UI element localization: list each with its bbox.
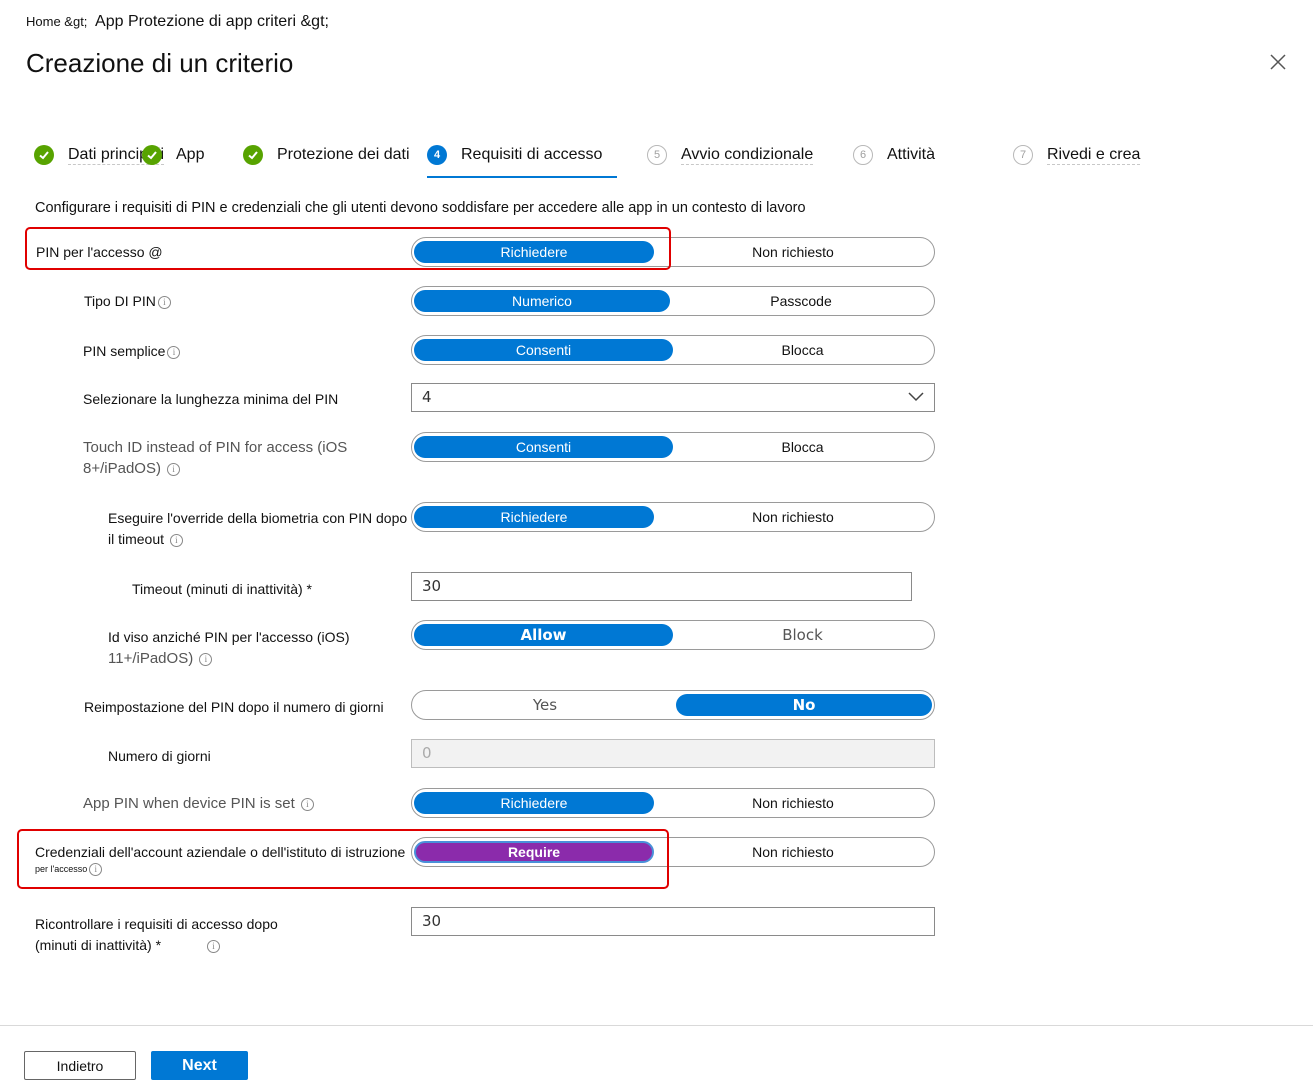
check-icon: [34, 145, 54, 165]
option-richiedere[interactable]: Richiedere: [414, 241, 654, 263]
option-richiedere[interactable]: Richiedere: [414, 506, 654, 528]
option-non-richiesto[interactable]: Non richiesto: [654, 841, 932, 863]
step-number-icon: 4: [427, 145, 447, 165]
step-number-icon: 5: [647, 145, 667, 165]
face-id-label: Id viso anziché PIN per l'accesso (iOS) …: [108, 627, 350, 669]
min-length-select[interactable]: 4: [411, 383, 935, 412]
step-label: App: [176, 146, 205, 163]
recheck-input[interactable]: 30: [411, 907, 935, 936]
option-non-richiesto[interactable]: Non richiesto: [654, 792, 932, 814]
work-credentials-toggle[interactable]: Require Non richiesto: [411, 837, 935, 867]
info-icon[interactable]: i: [167, 345, 181, 359]
step-label: Rivedi e crea: [1047, 145, 1141, 165]
simple-pin-label-text: PIN semplice: [83, 343, 166, 359]
page-title: Creazione di un criterio: [26, 48, 294, 78]
step-number-icon: 7: [1013, 145, 1033, 165]
pin-type-label: Tipo DI PIN i: [84, 291, 171, 312]
intro-text: Configurare i requisiti di PIN e credenz…: [35, 200, 806, 216]
info-icon[interactable]: i: [169, 533, 183, 547]
option-yes[interactable]: Yes: [414, 694, 676, 716]
touch-id-label-line2: 8+/iPadOS): [83, 460, 161, 477]
breadcrumb-app-protection[interactable]: App Protezione di app criteri &gt;: [95, 13, 329, 30]
pin-access-label: PIN per l'accesso @: [36, 244, 163, 260]
app-pin-device-label-text: App PIN when device PIN is set: [83, 795, 295, 812]
step-requisiti-accesso[interactable]: 4 Requisiti di accesso: [427, 143, 602, 167]
biometric-override-label-line2: il timeout: [108, 531, 165, 547]
close-button[interactable]: [1266, 50, 1290, 74]
info-icon[interactable]: i: [207, 939, 221, 953]
days-label: Numero di giorni: [108, 748, 211, 764]
option-richiedere[interactable]: Richiedere: [414, 792, 654, 814]
breadcrumb-home[interactable]: Home &gt;: [26, 14, 87, 29]
pin-reset-label: Reimpostazione del PIN dopo il numero di…: [84, 699, 384, 715]
option-no[interactable]: No: [676, 694, 932, 716]
close-icon: [1270, 54, 1286, 70]
timeout-label: Timeout (minuti di inattività) *: [132, 581, 312, 597]
recheck-label-line1: Ricontrollare i requisiti di accesso dop…: [35, 916, 278, 932]
min-length-value: 4: [422, 388, 432, 406]
app-pin-device-toggle[interactable]: Richiedere Non richiesto: [411, 788, 935, 818]
back-button[interactable]: Indietro: [24, 1051, 136, 1080]
face-id-label-line1: Id viso anziché PIN per l'accesso (iOS): [108, 629, 350, 645]
breadcrumb: Home &gt; App Protezione di app criteri …: [26, 13, 329, 31]
pin-type-label-text: Tipo DI PIN: [84, 293, 156, 309]
option-blocca[interactable]: Blocca: [673, 436, 932, 458]
chevron-down-icon: [908, 392, 924, 402]
days-input[interactable]: 0: [411, 739, 935, 768]
simple-pin-toggle[interactable]: Consenti Blocca: [411, 335, 935, 365]
step-protezione-dati[interactable]: Protezione dei dati: [243, 143, 410, 167]
pin-reset-toggle[interactable]: Yes No: [411, 690, 935, 720]
info-icon[interactable]: i: [157, 295, 171, 309]
recheck-label: Ricontrollare i requisiti di accesso dop…: [35, 914, 278, 956]
biometric-override-toggle[interactable]: Richiedere Non richiesto: [411, 502, 935, 532]
info-icon[interactable]: i: [89, 863, 103, 877]
option-require[interactable]: Require: [414, 841, 654, 863]
footer-divider: [0, 1025, 1313, 1026]
step-app[interactable]: App: [142, 143, 204, 167]
work-credentials-label-line2: per l'accesso: [35, 864, 88, 874]
option-passcode[interactable]: Passcode: [670, 290, 932, 312]
face-id-toggle[interactable]: Allow Block: [411, 620, 935, 650]
step-label: Protezione dei dati: [277, 146, 410, 163]
app-pin-device-label: App PIN when device PIN is set i: [83, 793, 314, 814]
option-block[interactable]: Block: [673, 624, 932, 646]
option-non-richiesto[interactable]: Non richiesto: [654, 506, 932, 528]
pin-access-toggle[interactable]: Richiedere Non richiesto: [411, 237, 935, 267]
check-icon: [142, 145, 162, 165]
face-id-label-line2: 11+/iPadOS): [108, 650, 194, 667]
step-label: Attività: [887, 146, 936, 163]
touch-id-label: Touch ID instead of PIN for access (iOS …: [83, 437, 347, 479]
active-step-indicator: [427, 176, 617, 178]
info-icon[interactable]: i: [300, 797, 314, 811]
touch-id-label-line1: Touch ID instead of PIN for access (iOS: [83, 439, 348, 456]
step-label: Avvio condizionale: [681, 145, 814, 165]
touch-id-toggle[interactable]: Consenti Blocca: [411, 432, 935, 462]
recheck-label-line2: (minuti di inattività) *: [35, 937, 162, 953]
option-consenti[interactable]: Consenti: [414, 436, 673, 458]
info-icon[interactable]: i: [199, 652, 213, 666]
biometric-override-label-line1: Eseguire l'override della biometria con …: [108, 510, 408, 526]
option-allow[interactable]: Allow: [414, 624, 673, 646]
work-credentials-label: Credenziali dell'account aziendale o del…: [35, 842, 406, 877]
option-numerico[interactable]: Numerico: [414, 290, 670, 312]
check-icon: [243, 145, 263, 165]
work-credentials-label-line1: Credenziali dell'account aziendale o del…: [35, 844, 406, 860]
step-rivedi-crea[interactable]: 7 Rivedi e crea: [1013, 143, 1141, 167]
step-number-icon: 6: [853, 145, 873, 165]
next-button[interactable]: Next: [151, 1051, 248, 1080]
info-icon[interactable]: i: [167, 462, 181, 476]
option-non-richiesto[interactable]: Non richiesto: [654, 241, 932, 263]
simple-pin-label: PIN semplice i: [83, 341, 181, 362]
option-blocca[interactable]: Blocca: [673, 339, 932, 361]
pin-type-toggle[interactable]: Numerico Passcode: [411, 286, 935, 316]
option-consenti[interactable]: Consenti: [414, 339, 673, 361]
timeout-input[interactable]: 30: [411, 572, 912, 601]
step-avvio-condizionale[interactable]: 5 Avvio condizionale: [647, 143, 814, 167]
step-label: Requisiti di accesso: [461, 146, 603, 163]
min-length-label: Selezionare la lunghezza minima del PIN: [83, 391, 339, 407]
step-attivita[interactable]: 6 Attività: [853, 143, 935, 167]
biometric-override-label: Eseguire l'override della biometria con …: [108, 508, 407, 550]
